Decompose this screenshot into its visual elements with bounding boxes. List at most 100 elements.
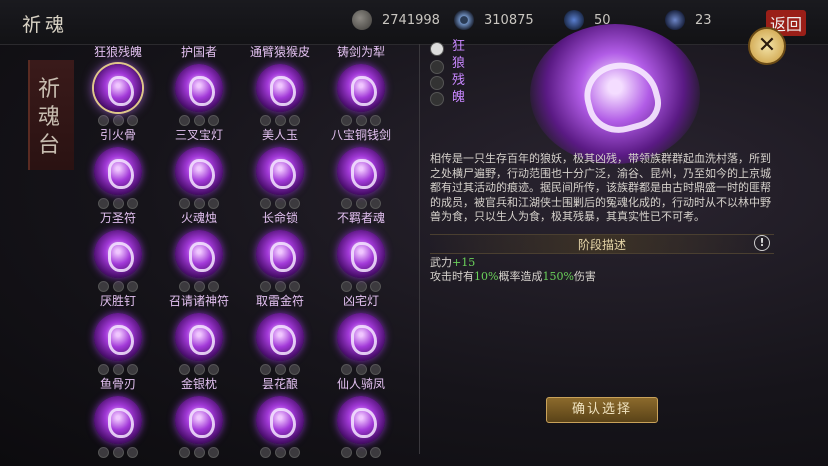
soul-orb-icon bbox=[175, 313, 223, 361]
stage-dot bbox=[98, 364, 109, 375]
stage-dots bbox=[179, 198, 219, 209]
stage-dot bbox=[274, 198, 286, 209]
soul-orb-icon bbox=[256, 230, 304, 278]
soul-item[interactable]: 八宝铜钱剑 bbox=[321, 126, 401, 209]
stage-dot bbox=[98, 115, 109, 126]
stage-dots bbox=[179, 281, 219, 292]
soul-item[interactable]: 美人玉 bbox=[240, 126, 320, 209]
stat-crit-text-b: 概率造成 bbox=[498, 270, 543, 283]
soul-item[interactable]: 护国者 bbox=[159, 43, 239, 126]
stage-slot-icon[interactable] bbox=[430, 92, 444, 106]
stage-dot bbox=[193, 447, 205, 458]
stage-dot bbox=[193, 281, 205, 292]
stage-dot bbox=[98, 447, 109, 458]
stat-crit-damage: 150% bbox=[542, 270, 574, 283]
top-bar: 祈魂 2741998 310875 50 23 返回 bbox=[0, 0, 828, 45]
soul-item[interactable]: 狂狼残魄 bbox=[78, 43, 158, 126]
stage-dot bbox=[127, 281, 138, 292]
soul-item-name: 召请诸神符 bbox=[168, 294, 229, 308]
soul-item-name: 狂狼残魄 bbox=[93, 45, 142, 59]
soul-item[interactable]: 三叉宝灯 bbox=[159, 126, 239, 209]
soul-item[interactable]: 通臂猿猴皮 bbox=[240, 43, 320, 126]
soul-orb-icon bbox=[256, 147, 304, 195]
stage-dot bbox=[260, 198, 271, 209]
soul-item-name: 厌胜钉 bbox=[99, 294, 136, 308]
stage-dot bbox=[260, 115, 271, 126]
stage-dot bbox=[355, 198, 367, 209]
soul-item-name: 三叉宝灯 bbox=[174, 128, 223, 142]
soul-item-name: 引火骨 bbox=[99, 128, 136, 142]
soul-item[interactable]: 凶宅灯 bbox=[321, 292, 401, 375]
stage-slot-icon[interactable] bbox=[430, 76, 444, 90]
stage-dot bbox=[274, 281, 286, 292]
stage-dots bbox=[98, 198, 138, 209]
stage-dot bbox=[208, 364, 219, 375]
soul-item-name: 铸剑为犁 bbox=[336, 45, 385, 59]
stat-crit-chance: 10% bbox=[474, 270, 499, 283]
soul-orb-icon bbox=[337, 64, 385, 112]
confirm-button[interactable]: 确认选择 bbox=[546, 397, 658, 423]
blue-flame-icon bbox=[564, 10, 584, 30]
stage-slot-icon[interactable] bbox=[430, 42, 444, 56]
soul-item[interactable]: 昙花酿 bbox=[240, 375, 320, 458]
stage-dot bbox=[127, 447, 138, 458]
soul-orb-icon bbox=[337, 230, 385, 278]
stage-dots bbox=[341, 281, 381, 292]
stage-description-title: 阶段描述 bbox=[577, 238, 626, 252]
stage-dot bbox=[208, 281, 219, 292]
soul-orb-icon bbox=[94, 64, 142, 112]
soul-grid: 狂狼残魄 护国者 通臂猿猴皮 铸剑为犁引火骨 三叉宝灯 美人玉 八宝铜钱剑万圣符 火魂烛 长命锁… bbox=[78, 40, 408, 460]
stage-dots bbox=[179, 364, 219, 375]
soul-orb-icon bbox=[94, 313, 142, 361]
soul-orb-icon bbox=[94, 230, 142, 278]
stage-dot bbox=[127, 115, 138, 126]
stage-dots bbox=[260, 115, 300, 126]
resource-swirl-value: 310875 bbox=[484, 13, 534, 28]
close-button[interactable]: ✕ bbox=[748, 27, 786, 65]
stage-dots bbox=[341, 115, 381, 126]
soul-orb-icon bbox=[256, 396, 304, 444]
stage-dot bbox=[208, 447, 219, 458]
stage-dot bbox=[179, 198, 190, 209]
soul-item[interactable]: 引火骨 bbox=[78, 126, 158, 209]
soul-item[interactable]: 铸剑为犁 bbox=[321, 43, 401, 126]
soul-item[interactable]: 长命锁 bbox=[240, 209, 320, 292]
stage-dot bbox=[289, 115, 300, 126]
stage-dot bbox=[370, 447, 381, 458]
soul-item[interactable]: 万圣符 bbox=[78, 209, 158, 292]
stage-dot bbox=[112, 364, 124, 375]
page-title: 祈魂 bbox=[22, 14, 69, 36]
stage-dot bbox=[355, 281, 367, 292]
soul-item[interactable]: 不羁者魂 bbox=[321, 209, 401, 292]
soul-item[interactable]: 火魂烛 bbox=[159, 209, 239, 292]
resource-lotus-value: 23 bbox=[695, 13, 712, 28]
soul-orb-icon bbox=[175, 147, 223, 195]
soul-item[interactable]: 取雷金符 bbox=[240, 292, 320, 375]
soul-item[interactable]: 厌胜钉 bbox=[78, 292, 158, 375]
side-banner-text: 祈魂台 bbox=[38, 77, 61, 158]
soul-item[interactable]: 召请诸神符 bbox=[159, 292, 239, 375]
soul-orb-icon bbox=[94, 147, 142, 195]
soul-orb-icon bbox=[337, 396, 385, 444]
stage-dot bbox=[260, 447, 271, 458]
stage-description-header: 阶段描述 bbox=[430, 234, 774, 254]
soul-item-name: 美人玉 bbox=[261, 128, 298, 142]
stage-dots bbox=[179, 447, 219, 458]
stage-dot bbox=[112, 281, 124, 292]
stage-dot bbox=[127, 198, 138, 209]
soul-item[interactable]: 鱼骨刃 bbox=[78, 375, 158, 458]
stage-dots bbox=[98, 447, 138, 458]
stage-dot bbox=[289, 447, 300, 458]
coin-icon bbox=[352, 10, 372, 30]
stage-dot bbox=[341, 364, 352, 375]
stage-dot bbox=[260, 281, 271, 292]
swirl-icon bbox=[454, 10, 474, 30]
info-icon[interactable]: ! bbox=[754, 235, 770, 251]
stage-dot bbox=[112, 447, 124, 458]
soul-item-name: 八宝铜钱剑 bbox=[330, 128, 391, 142]
soul-item[interactable]: 仙人骑凤 bbox=[321, 375, 401, 458]
soul-item[interactable]: 金银枕 bbox=[159, 375, 239, 458]
soul-orb-icon bbox=[175, 396, 223, 444]
stage-dot bbox=[341, 447, 352, 458]
stage-slot-icon[interactable] bbox=[430, 60, 444, 74]
